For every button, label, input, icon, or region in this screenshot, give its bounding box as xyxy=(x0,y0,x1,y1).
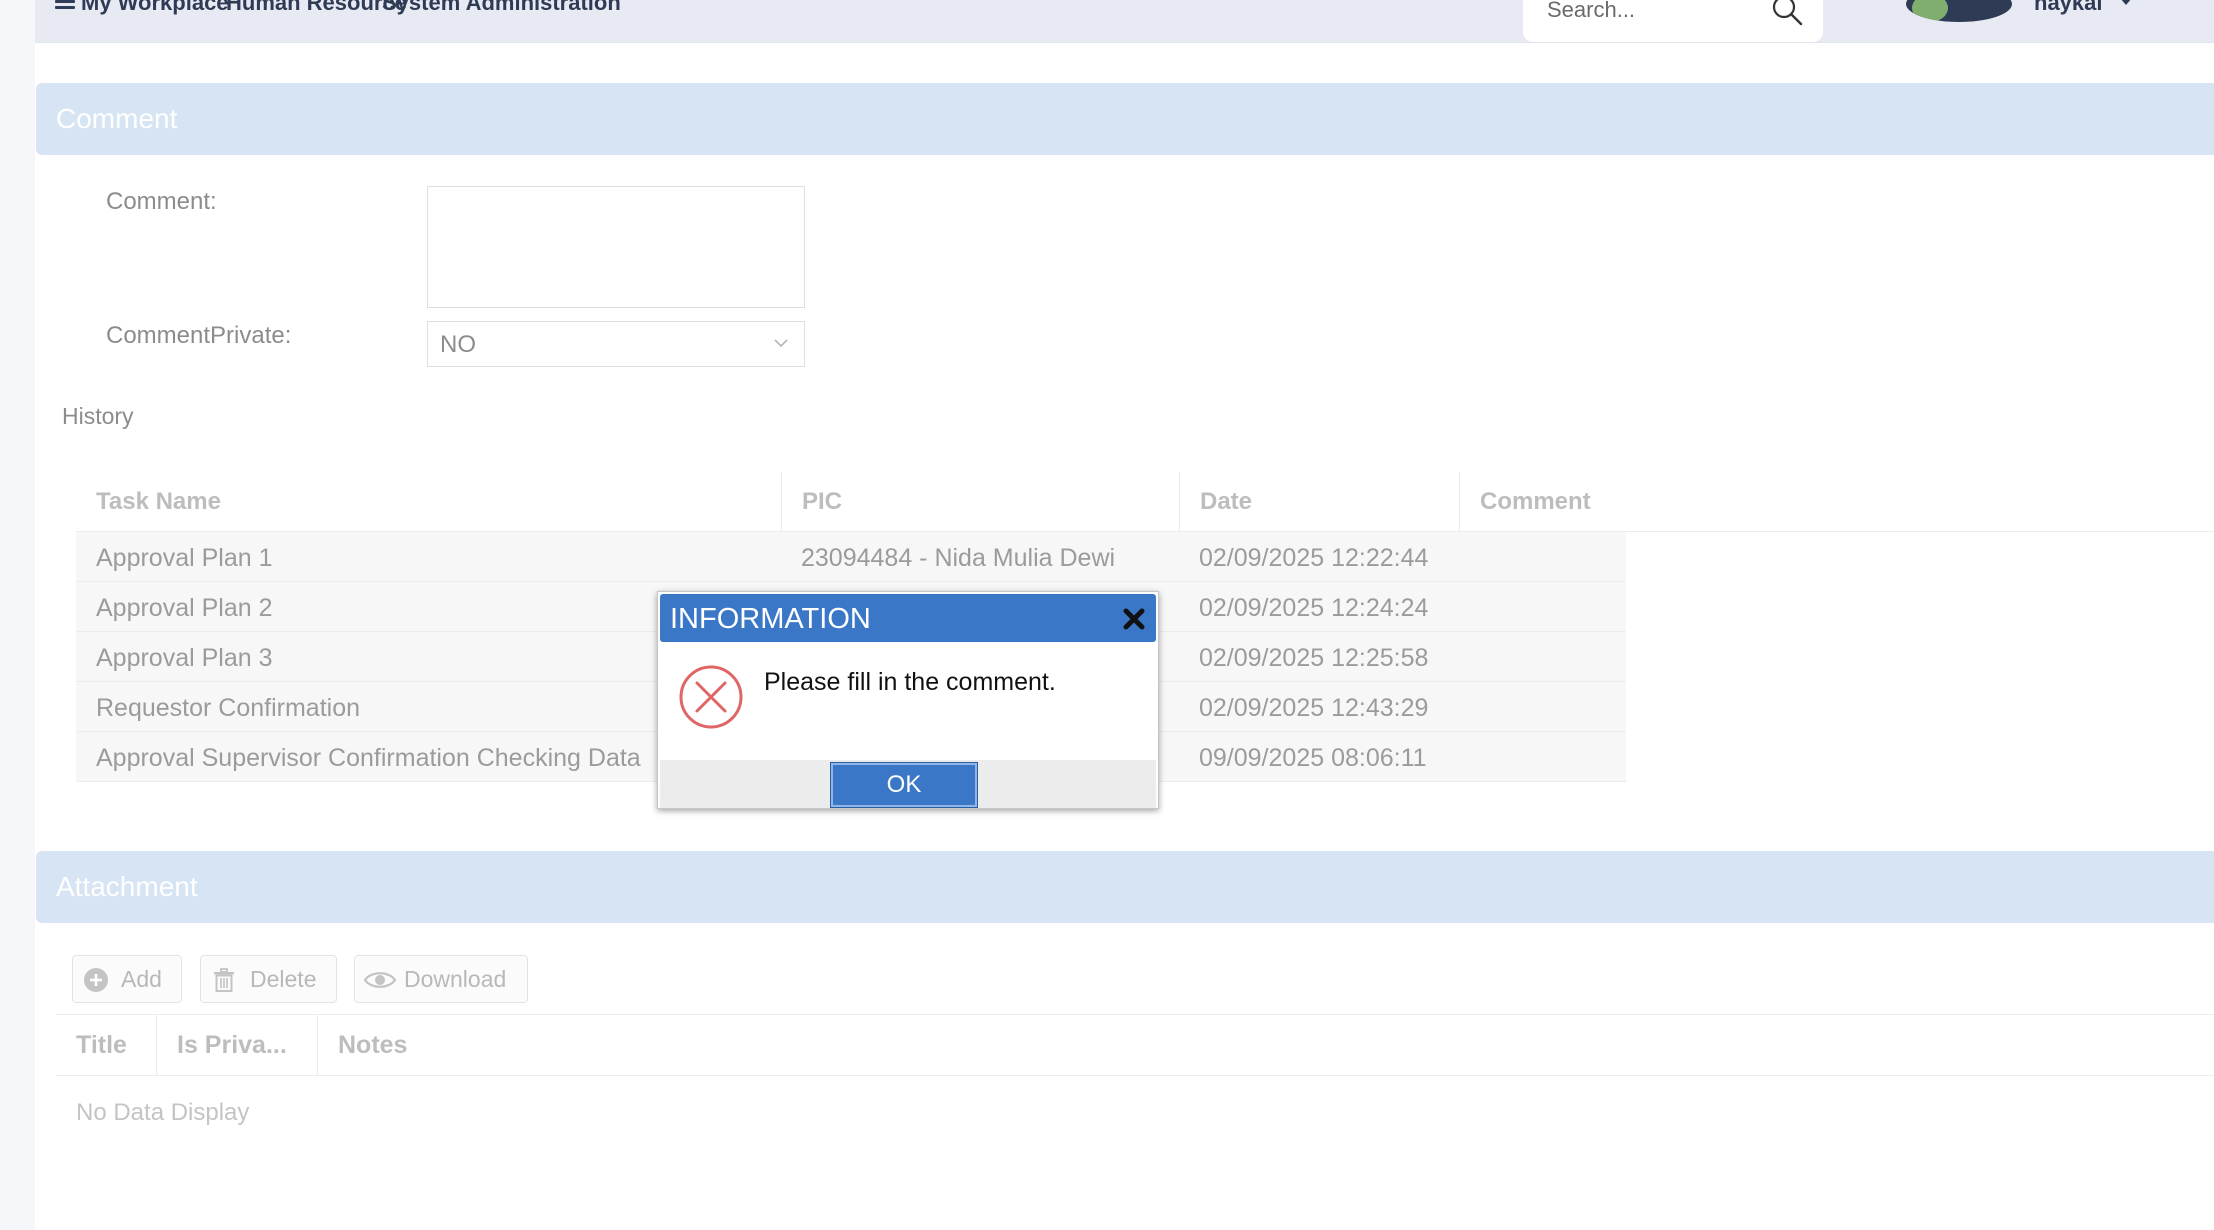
search-input[interactable] xyxy=(1547,0,1767,24)
column-header-is-private[interactable]: Is Priva... xyxy=(156,1015,317,1075)
history-table-header: Task Name PIC Date Comment xyxy=(76,472,2214,532)
search-box xyxy=(1523,0,1823,42)
add-attachment-button[interactable]: Add xyxy=(72,955,182,1003)
dialog-footer: OK xyxy=(660,760,1156,808)
plus-circle-icon xyxy=(84,968,108,992)
download-attachment-button[interactable]: Download xyxy=(354,955,528,1003)
user-menu-caret-icon[interactable] xyxy=(2120,0,2132,5)
table-row[interactable]: Approval Plan 1 23094484 - Nida Mulia De… xyxy=(76,532,1626,582)
attachment-empty-state: No Data Display xyxy=(76,1099,250,1126)
nav-human-resource[interactable]: Human Resource xyxy=(226,0,407,14)
cell-comment xyxy=(1459,582,1626,632)
cell-comment xyxy=(1459,532,1626,582)
cell-pic: 23094484 - Nida Mulia Dewi xyxy=(801,544,1116,572)
comment-private-value: NO xyxy=(440,331,476,358)
app-viewport: My Workplace Human Resource System Admin… xyxy=(0,0,2214,1230)
cell-date: 02/09/2025 12:24:24 xyxy=(1199,594,1429,622)
information-dialog: INFORMATION Please fill in the comment. … xyxy=(657,591,1159,809)
delete-attachment-button[interactable]: Delete xyxy=(200,955,337,1003)
chevron-down-icon xyxy=(774,339,788,348)
cell-date: 09/09/2025 08:06:11 xyxy=(1199,744,1427,772)
download-button-label: Download xyxy=(404,966,507,992)
comment-label: Comment: xyxy=(106,188,217,215)
column-header-date[interactable]: Date xyxy=(1179,472,1459,532)
user-name[interactable]: haykal xyxy=(2034,0,2103,14)
column-header-pic[interactable]: PIC xyxy=(781,472,1179,532)
attachment-section-header: Attachment xyxy=(36,851,2214,923)
search-icon[interactable] xyxy=(1771,0,1805,28)
nav-system-administration[interactable]: System Administration xyxy=(382,0,621,14)
close-icon[interactable] xyxy=(1121,606,1147,632)
history-label: History xyxy=(62,403,134,429)
comment-textarea[interactable] xyxy=(427,186,805,308)
column-header-title[interactable]: Title xyxy=(56,1015,156,1075)
dialog-message: Please fill in the comment. xyxy=(764,668,1056,696)
cell-date: 02/09/2025 12:25:58 xyxy=(1199,644,1429,672)
dialog-title: INFORMATION xyxy=(670,603,871,635)
column-header-comment[interactable]: Comment xyxy=(1459,472,1759,532)
cell-date: 02/09/2025 12:43:29 xyxy=(1199,694,1429,722)
error-icon xyxy=(679,665,743,729)
dialog-titlebar[interactable]: INFORMATION xyxy=(660,594,1156,642)
cell-comment xyxy=(1459,732,1626,782)
eye-icon xyxy=(363,972,397,988)
cell-comment xyxy=(1459,682,1626,732)
column-header-notes[interactable]: Notes xyxy=(317,1015,717,1075)
attachment-section-title: Attachment xyxy=(56,871,198,902)
comment-section-title: Comment xyxy=(56,103,178,134)
comment-private-label: CommentPrivate: xyxy=(106,322,292,349)
top-navigation-bar: My Workplace Human Resource System Admin… xyxy=(35,0,2214,43)
cell-task-name: Approval Plan 1 xyxy=(96,544,273,572)
nav-my-workplace[interactable]: My Workplace xyxy=(81,0,229,14)
menu-icon[interactable] xyxy=(55,0,77,12)
attachment-table-header: Title Is Priva... Notes xyxy=(56,1014,2214,1076)
comment-section-header: Comment xyxy=(36,83,2214,155)
left-sidebar-strip xyxy=(0,0,35,1230)
trash-icon xyxy=(214,968,234,992)
comment-private-select[interactable]: NO xyxy=(427,321,805,367)
ok-button[interactable]: OK xyxy=(830,762,978,808)
delete-button-label: Delete xyxy=(250,966,317,992)
column-header-task-name[interactable]: Task Name xyxy=(76,472,781,532)
cell-comment xyxy=(1459,632,1626,682)
add-button-label: Add xyxy=(121,966,162,992)
cell-date: 02/09/2025 12:22:44 xyxy=(1199,544,1429,572)
